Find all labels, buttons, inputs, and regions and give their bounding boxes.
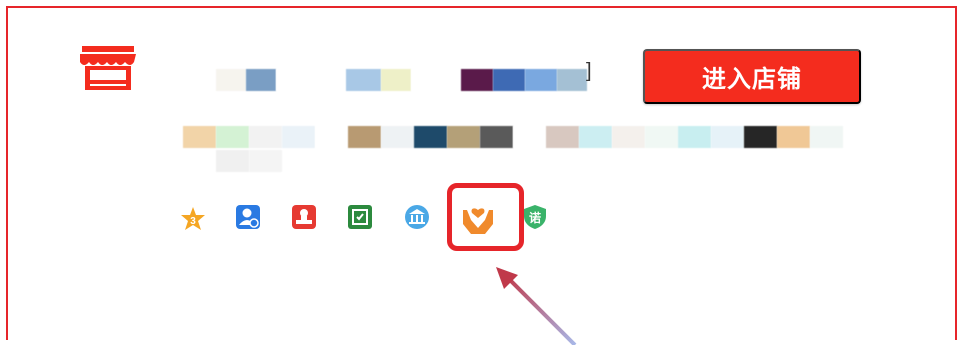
store-name-blurred <box>216 69 587 91</box>
svg-text:3: 3 <box>190 216 196 227</box>
enter-store-button[interactable]: 进入店铺 <box>643 49 861 104</box>
store-description-blurred-2 <box>216 150 282 172</box>
verified-person-icon[interactable] <box>235 204 261 230</box>
store-name-bracket: ] <box>586 60 592 82</box>
bank-icon[interactable] <box>404 204 430 230</box>
pointer-arrow <box>496 267 577 345</box>
storefront-icon <box>80 46 136 90</box>
certificate-icon[interactable] <box>347 204 373 230</box>
svg-text:诺: 诺 <box>529 210 541 225</box>
promise-shield-icon[interactable]: 诺 <box>522 204 548 230</box>
highlight-box <box>447 183 524 251</box>
store-description-blurred <box>183 126 843 148</box>
level-badge-icon[interactable]: 3 <box>180 206 206 232</box>
seal-stamp-icon[interactable] <box>291 204 317 230</box>
